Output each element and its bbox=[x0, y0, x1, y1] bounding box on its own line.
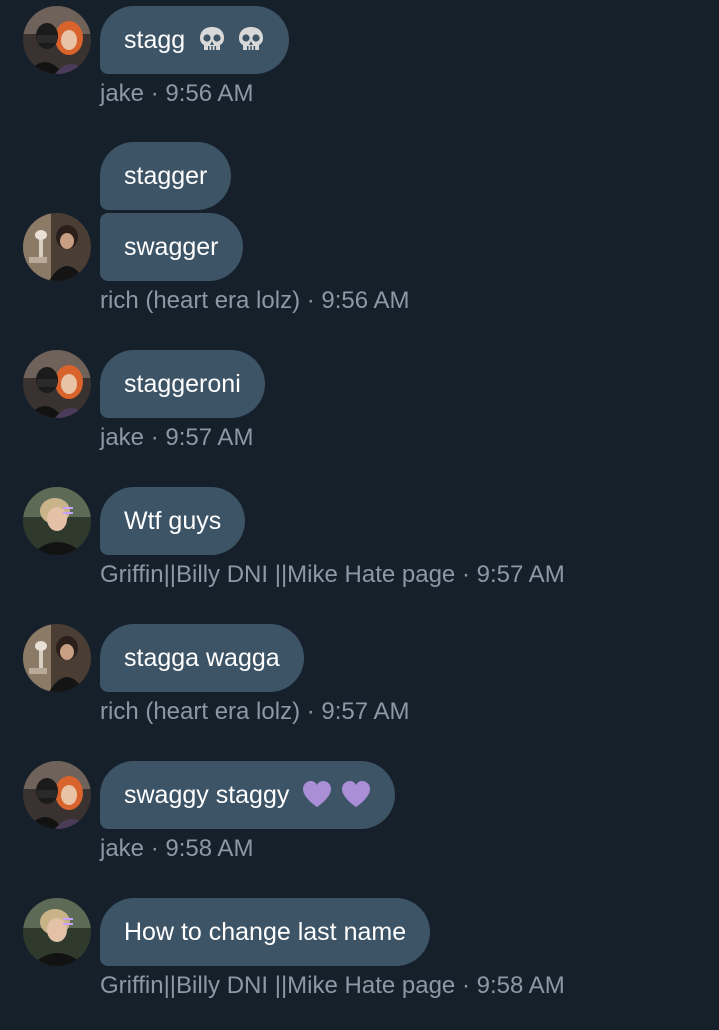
message-bubble[interactable]: stagg bbox=[100, 6, 290, 74]
meta-separator: · bbox=[150, 424, 159, 451]
skull-emoji bbox=[198, 25, 226, 53]
meta-separator: · bbox=[461, 972, 470, 999]
sender-name[interactable]: jake bbox=[100, 835, 144, 862]
timestamp: 9:57 AM bbox=[165, 424, 254, 451]
meta-separator: · bbox=[150, 80, 159, 107]
message-text: swagger bbox=[124, 233, 219, 261]
skull-emoji bbox=[237, 25, 265, 53]
avatar-griffin[interactable] bbox=[23, 487, 91, 555]
message-text: Wtf guys bbox=[124, 507, 222, 535]
message-text: staggeroni bbox=[124, 370, 241, 398]
message-text: How to change last name bbox=[124, 918, 407, 946]
message-meta: Griffin||Billy DNI ||Mike Hate page · 9:… bbox=[100, 971, 565, 1001]
timestamp: 9:56 AM bbox=[165, 80, 254, 107]
sender-name[interactable]: jake bbox=[100, 80, 144, 107]
message-meta: jake · 9:58 AM bbox=[100, 834, 253, 864]
avatar-jake[interactable] bbox=[23, 761, 91, 829]
avatar-rich[interactable] bbox=[23, 213, 91, 281]
timestamp: 9:58 AM bbox=[165, 835, 254, 862]
message-meta: jake · 9:56 AM bbox=[100, 79, 253, 109]
avatar-jake[interactable] bbox=[23, 350, 91, 418]
timestamp: 9:57 AM bbox=[476, 561, 565, 588]
message-bubble[interactable]: staggeroni bbox=[100, 350, 265, 418]
message-bubble[interactable]: swaggy staggy bbox=[100, 761, 396, 829]
sender-name[interactable]: Griffin||Billy DNI ||Mike Hate page bbox=[100, 972, 455, 999]
message-text: stagga wagga bbox=[124, 644, 280, 672]
message-text: swaggy staggy bbox=[124, 781, 290, 809]
message-meta: jake · 9:57 AM bbox=[100, 423, 253, 453]
timestamp: 9:57 AM bbox=[321, 698, 410, 725]
avatar-griffin[interactable] bbox=[23, 898, 91, 966]
message-meta: Griffin||Billy DNI ||Mike Hate page · 9:… bbox=[100, 560, 565, 590]
meta-separator: · bbox=[306, 698, 315, 725]
timestamp: 9:58 AM bbox=[476, 972, 565, 999]
message-bubble[interactable]: Wtf guys bbox=[100, 487, 246, 555]
sender-name[interactable]: rich (heart era lolz) bbox=[100, 287, 300, 314]
message-meta: rich (heart era lolz) · 9:56 AM bbox=[100, 286, 409, 316]
purple-heart-emoji bbox=[302, 780, 332, 808]
message-bubble[interactable]: swagger bbox=[100, 213, 243, 281]
purple-heart-emoji bbox=[341, 780, 371, 808]
timestamp: 9:56 AM bbox=[321, 287, 410, 314]
meta-separator: · bbox=[150, 835, 159, 862]
message-meta: rich (heart era lolz) · 9:57 AM bbox=[100, 697, 409, 727]
avatar-jake[interactable] bbox=[23, 6, 91, 74]
avatar-rich[interactable] bbox=[23, 624, 91, 692]
message-bubble[interactable]: stagger bbox=[100, 142, 232, 210]
sender-name[interactable]: Griffin||Billy DNI ||Mike Hate page bbox=[100, 561, 455, 588]
meta-separator: · bbox=[461, 561, 470, 588]
meta-separator: · bbox=[306, 287, 315, 314]
sender-name[interactable]: jake bbox=[100, 424, 144, 451]
message-text: stagg bbox=[124, 26, 186, 54]
message-bubble[interactable]: stagga wagga bbox=[100, 624, 304, 692]
sender-name[interactable]: rich (heart era lolz) bbox=[100, 698, 300, 725]
message-bubble[interactable]: How to change last name bbox=[100, 898, 431, 966]
message-text: stagger bbox=[124, 162, 208, 190]
